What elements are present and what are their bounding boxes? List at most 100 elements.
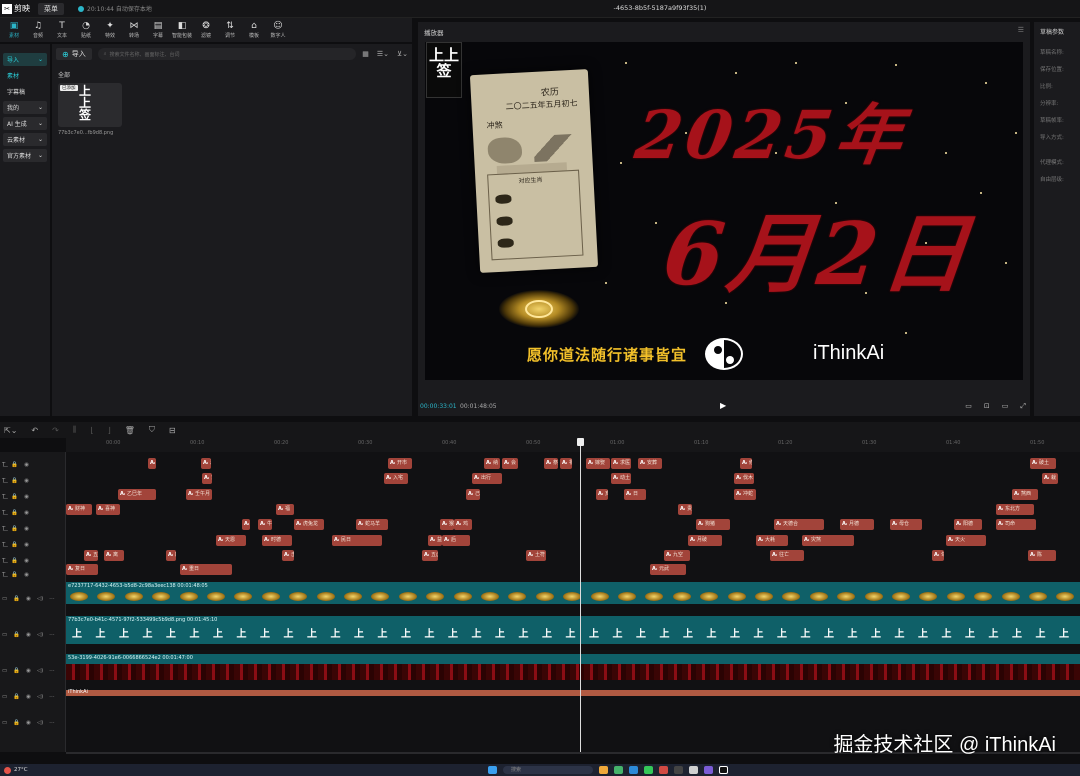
more-icon[interactable]: ⋯ (49, 694, 55, 700)
tab-tool-10[interactable]: ⌂ 模板 (242, 18, 266, 42)
text-clip[interactable]: Aᵢ 冲蛇 (734, 489, 756, 500)
eye-icon[interactable]: ◉ (24, 558, 29, 564)
lock-icon[interactable]: 🔒 (11, 462, 18, 468)
tab-tool-2[interactable]: T 文本 (50, 18, 74, 42)
text-track-icon[interactable]: T͟ (2, 526, 5, 532)
text-clip[interactable]: Aᵢ 祀 (560, 458, 572, 469)
app-icon[interactable] (599, 766, 608, 774)
more-icon[interactable]: ⋯ (49, 668, 55, 674)
quality-icon[interactable]: ▭ (965, 402, 972, 411)
text-clip[interactable]: Aᵢ 己 (466, 489, 480, 500)
text-clip[interactable]: Aᵢ 壬午月 (186, 489, 212, 500)
text-clip[interactable]: Aᵢ 嫁娶 (586, 458, 610, 469)
text-clip[interactable]: Aᵢ 月德 (840, 519, 874, 530)
eye-icon[interactable]: ◉ (26, 668, 31, 674)
text-clip[interactable]: Aᵢ 修 (740, 458, 752, 469)
caption-icon[interactable]: ⊟ (169, 426, 176, 435)
video-track-coins[interactable]: e7237717-6432-4653-b5d8-2c98a3eec138 00:… (66, 582, 1080, 604)
lock-icon[interactable]: 🔒 (11, 572, 18, 578)
playhead[interactable] (580, 438, 581, 752)
taskbar-search-input[interactable]: 搜索 (503, 766, 593, 774)
text-clip[interactable]: Aᵢ 猴 (440, 519, 454, 530)
app-icon[interactable] (629, 766, 638, 774)
lock-icon[interactable]: 🔒 (11, 558, 18, 564)
fullscreen-icon[interactable]: ⤢ (1020, 402, 1026, 411)
text-clip[interactable]: Aᵢ 财神 (66, 504, 92, 515)
text-clip[interactable]: Aᵢ 栽 (1042, 473, 1058, 484)
lock-icon[interactable]: 🔒 (13, 596, 20, 602)
track-type-icon[interactable]: ▭ (2, 632, 7, 638)
text-clip[interactable]: Aᵢ 离 (104, 550, 124, 561)
tab-tool-5[interactable]: ⋈ 转场 (122, 18, 146, 42)
text-clip[interactable]: Aᵢ 伐木 (734, 473, 754, 484)
text-track-icon[interactable]: T͟ (2, 478, 5, 484)
split-left-icon[interactable]: ⌊ (91, 426, 94, 435)
preview-canvas[interactable]: 上上签 农历 二〇二五年五月初七 冲煞 对应生肖 2025年 6月2日 愿你道法… (425, 42, 1023, 380)
text-clip[interactable]: Aᵢ 出行 (472, 473, 502, 484)
text-clip[interactable]: Aᵢ 勾 (932, 550, 944, 561)
ratio-icon[interactable]: ▭ (1002, 402, 1009, 411)
sidebar-item-official[interactable]: 官方素材 ⌄ (3, 149, 47, 162)
grid-view-icon[interactable]: ▦ (362, 50, 369, 58)
eye-icon[interactable]: ◉ (24, 462, 29, 468)
text-clip[interactable]: Aᵢ四 (166, 550, 176, 561)
audio-track[interactable]: iThinkAi (66, 689, 1080, 696)
lock-icon[interactable]: 🔒 (11, 494, 18, 500)
tab-tool-9[interactable]: ⇅ 调节 (218, 18, 242, 42)
track-type-icon[interactable]: ▭ (2, 596, 7, 602)
volume-icon[interactable]: ◁) (37, 720, 43, 726)
tab-tool-0[interactable]: ▣ 素材 (2, 18, 26, 42)
text-clip[interactable]: Aᵢ 天火 (946, 535, 986, 546)
split-icon[interactable]: ⫼ (73, 425, 77, 435)
text-clip[interactable]: Aᵢ鼠 (242, 519, 250, 530)
text-clip[interactable]: Aᵢ 鸡 (454, 519, 472, 530)
text-clip[interactable]: Aᵢ 陈 (1028, 550, 1056, 561)
playhead-handle[interactable] (577, 438, 584, 446)
lock-icon[interactable]: 🔒 (13, 694, 20, 700)
text-clip[interactable]: Aᵢ 求医 (611, 458, 631, 469)
lock-icon[interactable]: 🔒 (13, 632, 20, 638)
import-button[interactable]: ⊕ 导入 (56, 48, 92, 60)
lock-icon[interactable]: 🔒 (11, 542, 18, 548)
lock-icon[interactable]: 🔒 (13, 668, 20, 674)
eye-icon[interactable]: ◉ (24, 478, 29, 484)
text-clip[interactable]: Aᵢ 狗猪 (696, 519, 730, 530)
text-clip[interactable]: Aᵢ 击 (282, 550, 294, 561)
text-clip[interactable]: Aᵢ 蛇马羊 (356, 519, 388, 530)
play-button[interactable]: ▶ (720, 401, 726, 410)
eye-icon[interactable]: ◉ (26, 720, 31, 726)
text-clip[interactable]: Aᵢ 月破 (688, 535, 722, 546)
app-icon[interactable] (689, 766, 698, 774)
eye-icon[interactable]: ◉ (24, 510, 29, 516)
eye-icon[interactable]: ◉ (26, 632, 31, 638)
tab-tool-4[interactable]: ✦ 特效 (98, 18, 122, 42)
lock-icon[interactable]: 🔒 (11, 478, 18, 484)
text-clip[interactable]: Aᵢ吉 (202, 473, 212, 484)
text-clip[interactable]: Aᵢ 阳德 (954, 519, 982, 530)
lock-icon[interactable]: 🔒 (13, 720, 20, 726)
text-clip[interactable]: Aᵢ 时德 (262, 535, 292, 546)
text-clip[interactable]: Aᵢ 福 (276, 504, 294, 515)
text-clip[interactable]: Aᵢ 纳 (484, 458, 500, 469)
text-track-icon[interactable]: T͟ (2, 542, 5, 548)
filter-icon[interactable]: ⊻⌄ (397, 50, 408, 58)
text-track-icon[interactable]: T͟ (2, 462, 5, 468)
lock-icon[interactable]: 🔒 (11, 526, 18, 532)
text-clip[interactable]: Aᵢ 安葬 (638, 458, 662, 469)
track-type-icon[interactable]: ▭ (2, 668, 7, 674)
more-icon[interactable]: ⋯ (49, 632, 55, 638)
app-icon[interactable] (644, 766, 653, 774)
app-icon[interactable] (659, 766, 668, 774)
eye-icon[interactable]: ◉ (24, 572, 29, 578)
timeline-tracks[interactable]: e7237717-6432-4653-b5d8-2c98a3eec138 00:… (66, 452, 1080, 752)
eye-icon[interactable]: ◉ (26, 596, 31, 602)
text-clip[interactable]: Aᵢ 灾煞 (802, 535, 854, 546)
text-clip[interactable]: Aᵢ 大耗 (756, 535, 788, 546)
text-clip[interactable]: Aᵢ 动土 (611, 473, 631, 484)
text-clip[interactable]: Aᵢ 虎兔龙 (294, 519, 324, 530)
windows-start-icon[interactable] (488, 766, 497, 774)
text-clip[interactable]: Aᵢ 会 (502, 458, 518, 469)
text-track-icon[interactable]: T͟ (2, 510, 5, 516)
text-track-icon[interactable]: T͟ (2, 494, 5, 500)
text-clip[interactable]: Aᵢ 牛 (258, 519, 272, 530)
